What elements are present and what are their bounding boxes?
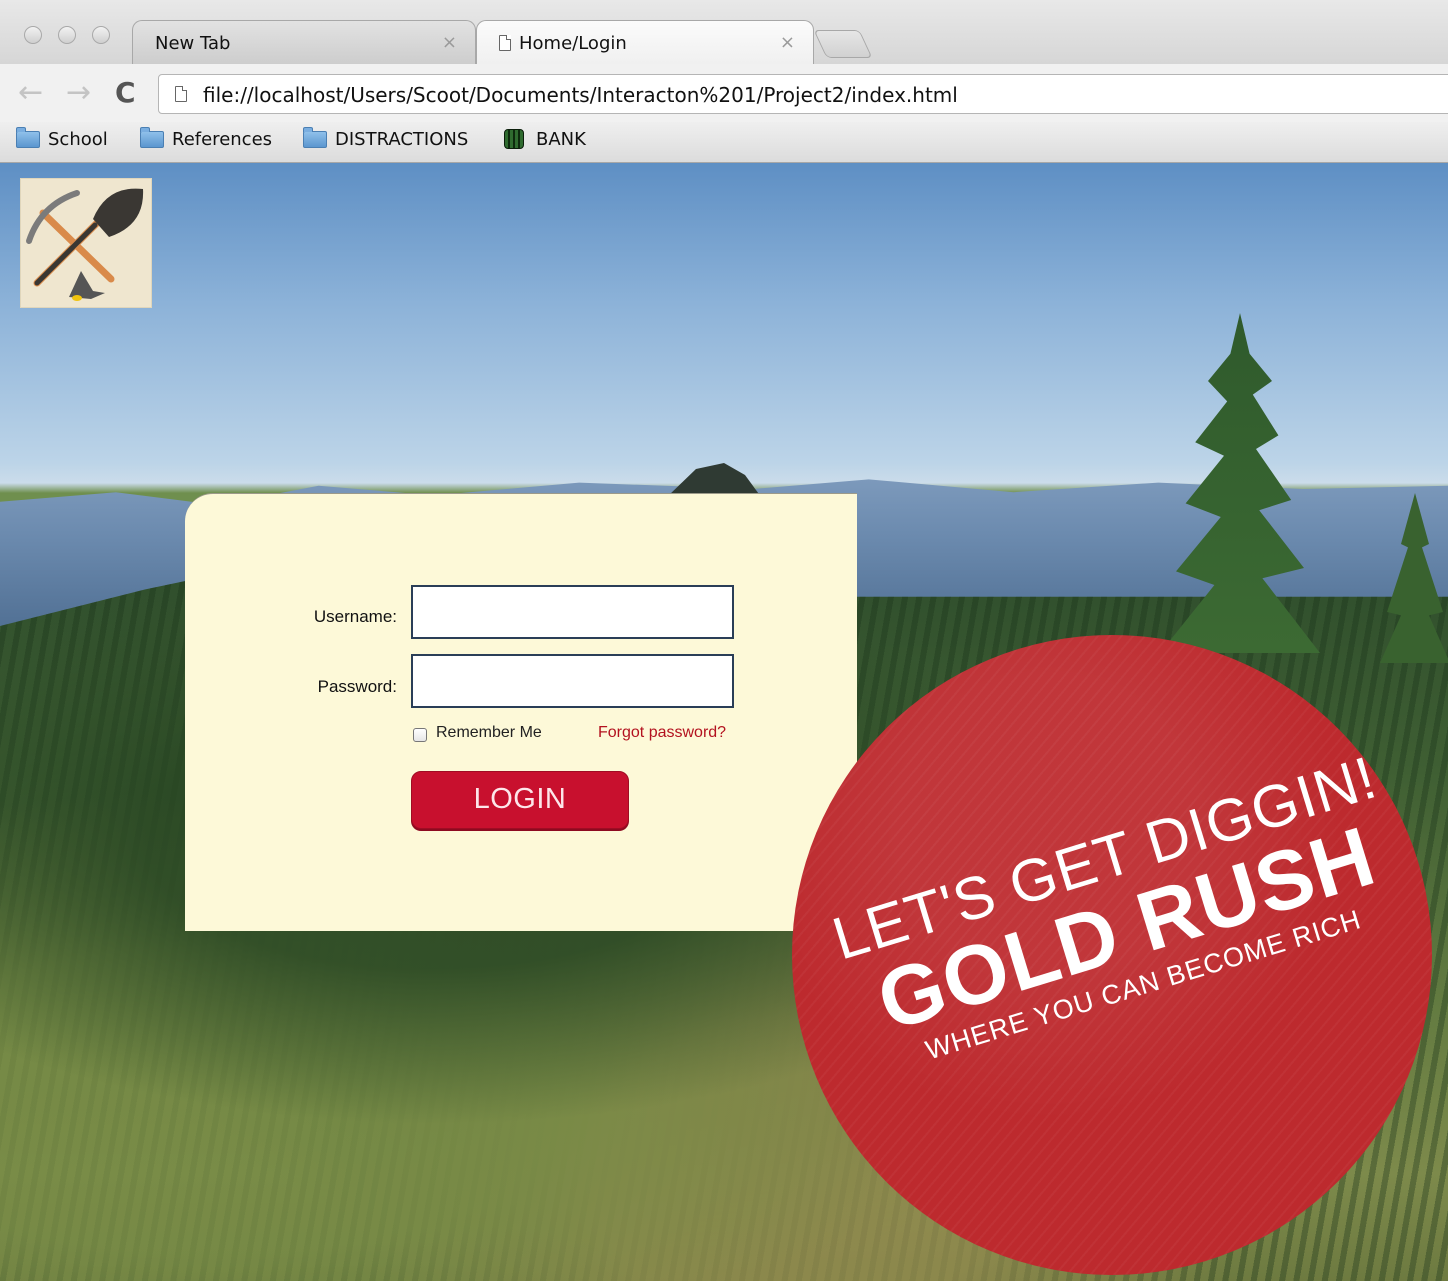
window-minimize-button[interactable]	[58, 26, 76, 44]
tab-close-icon[interactable]: ×	[442, 32, 457, 53]
tab-home-login[interactable]: Home/Login ×	[476, 20, 814, 64]
address-url[interactable]: file://localhost/Users/Scoot/Documents/I…	[203, 83, 958, 107]
username-label: Username:	[313, 607, 397, 626]
bank-favicon-icon	[504, 129, 524, 149]
gold-rush-badge: LET'S GET DIGGIN! GOLD RUSH WHERE YOU CA…	[792, 635, 1432, 1275]
remember-me-checkbox[interactable]	[413, 728, 427, 742]
bookmark-school[interactable]: School	[16, 126, 108, 152]
pickaxe-shovel-logo-icon[interactable]	[20, 178, 152, 308]
password-input[interactable]	[411, 654, 734, 708]
badge-text: LET'S GET DIGGIN! GOLD RUSH WHERE YOU CA…	[809, 741, 1432, 1089]
tab-new-tab[interactable]: New Tab ×	[132, 20, 476, 64]
folder-icon	[140, 126, 164, 148]
tab-label: New Tab	[155, 33, 231, 54]
login-button[interactable]: LOGIN	[411, 771, 629, 829]
bookmark-label: DISTRACTIONS	[335, 129, 469, 150]
username-input[interactable]	[411, 585, 734, 639]
reload-icon[interactable]: C	[115, 76, 136, 110]
forward-arrow-icon[interactable]: →	[66, 76, 91, 110]
page-icon	[175, 86, 187, 102]
window-close-button[interactable]	[24, 26, 42, 44]
page-icon	[499, 35, 511, 51]
window-zoom-button[interactable]	[92, 26, 110, 44]
password-label: Password:	[317, 677, 397, 696]
folder-icon	[303, 126, 327, 148]
bookmark-label: BANK	[536, 129, 586, 150]
bookmark-label: References	[172, 129, 273, 150]
back-arrow-icon[interactable]: ←	[18, 76, 43, 110]
logo-graphic	[26, 188, 144, 301]
folder-icon	[16, 126, 40, 148]
tab-label: Home/Login	[519, 33, 627, 54]
tab-close-icon[interactable]: ×	[780, 32, 795, 53]
bookmark-label: School	[48, 129, 108, 150]
remember-me-label[interactable]: Remember Me	[436, 724, 542, 742]
login-panel: Username: Password: Remember Me Forgot p…	[185, 493, 857, 931]
address-bar[interactable]: file://localhost/Users/Scoot/Documents/I…	[158, 74, 1448, 114]
bookmark-distractions[interactable]: DISTRACTIONS	[303, 126, 469, 152]
forgot-password-link[interactable]: Forgot password?	[598, 724, 726, 742]
bookmark-bank[interactable]: BANK	[504, 128, 586, 152]
tab-strip: New Tab × Home/Login ×	[0, 0, 1448, 65]
bookmark-references[interactable]: References	[140, 126, 273, 152]
new-tab-button[interactable]	[813, 30, 873, 58]
